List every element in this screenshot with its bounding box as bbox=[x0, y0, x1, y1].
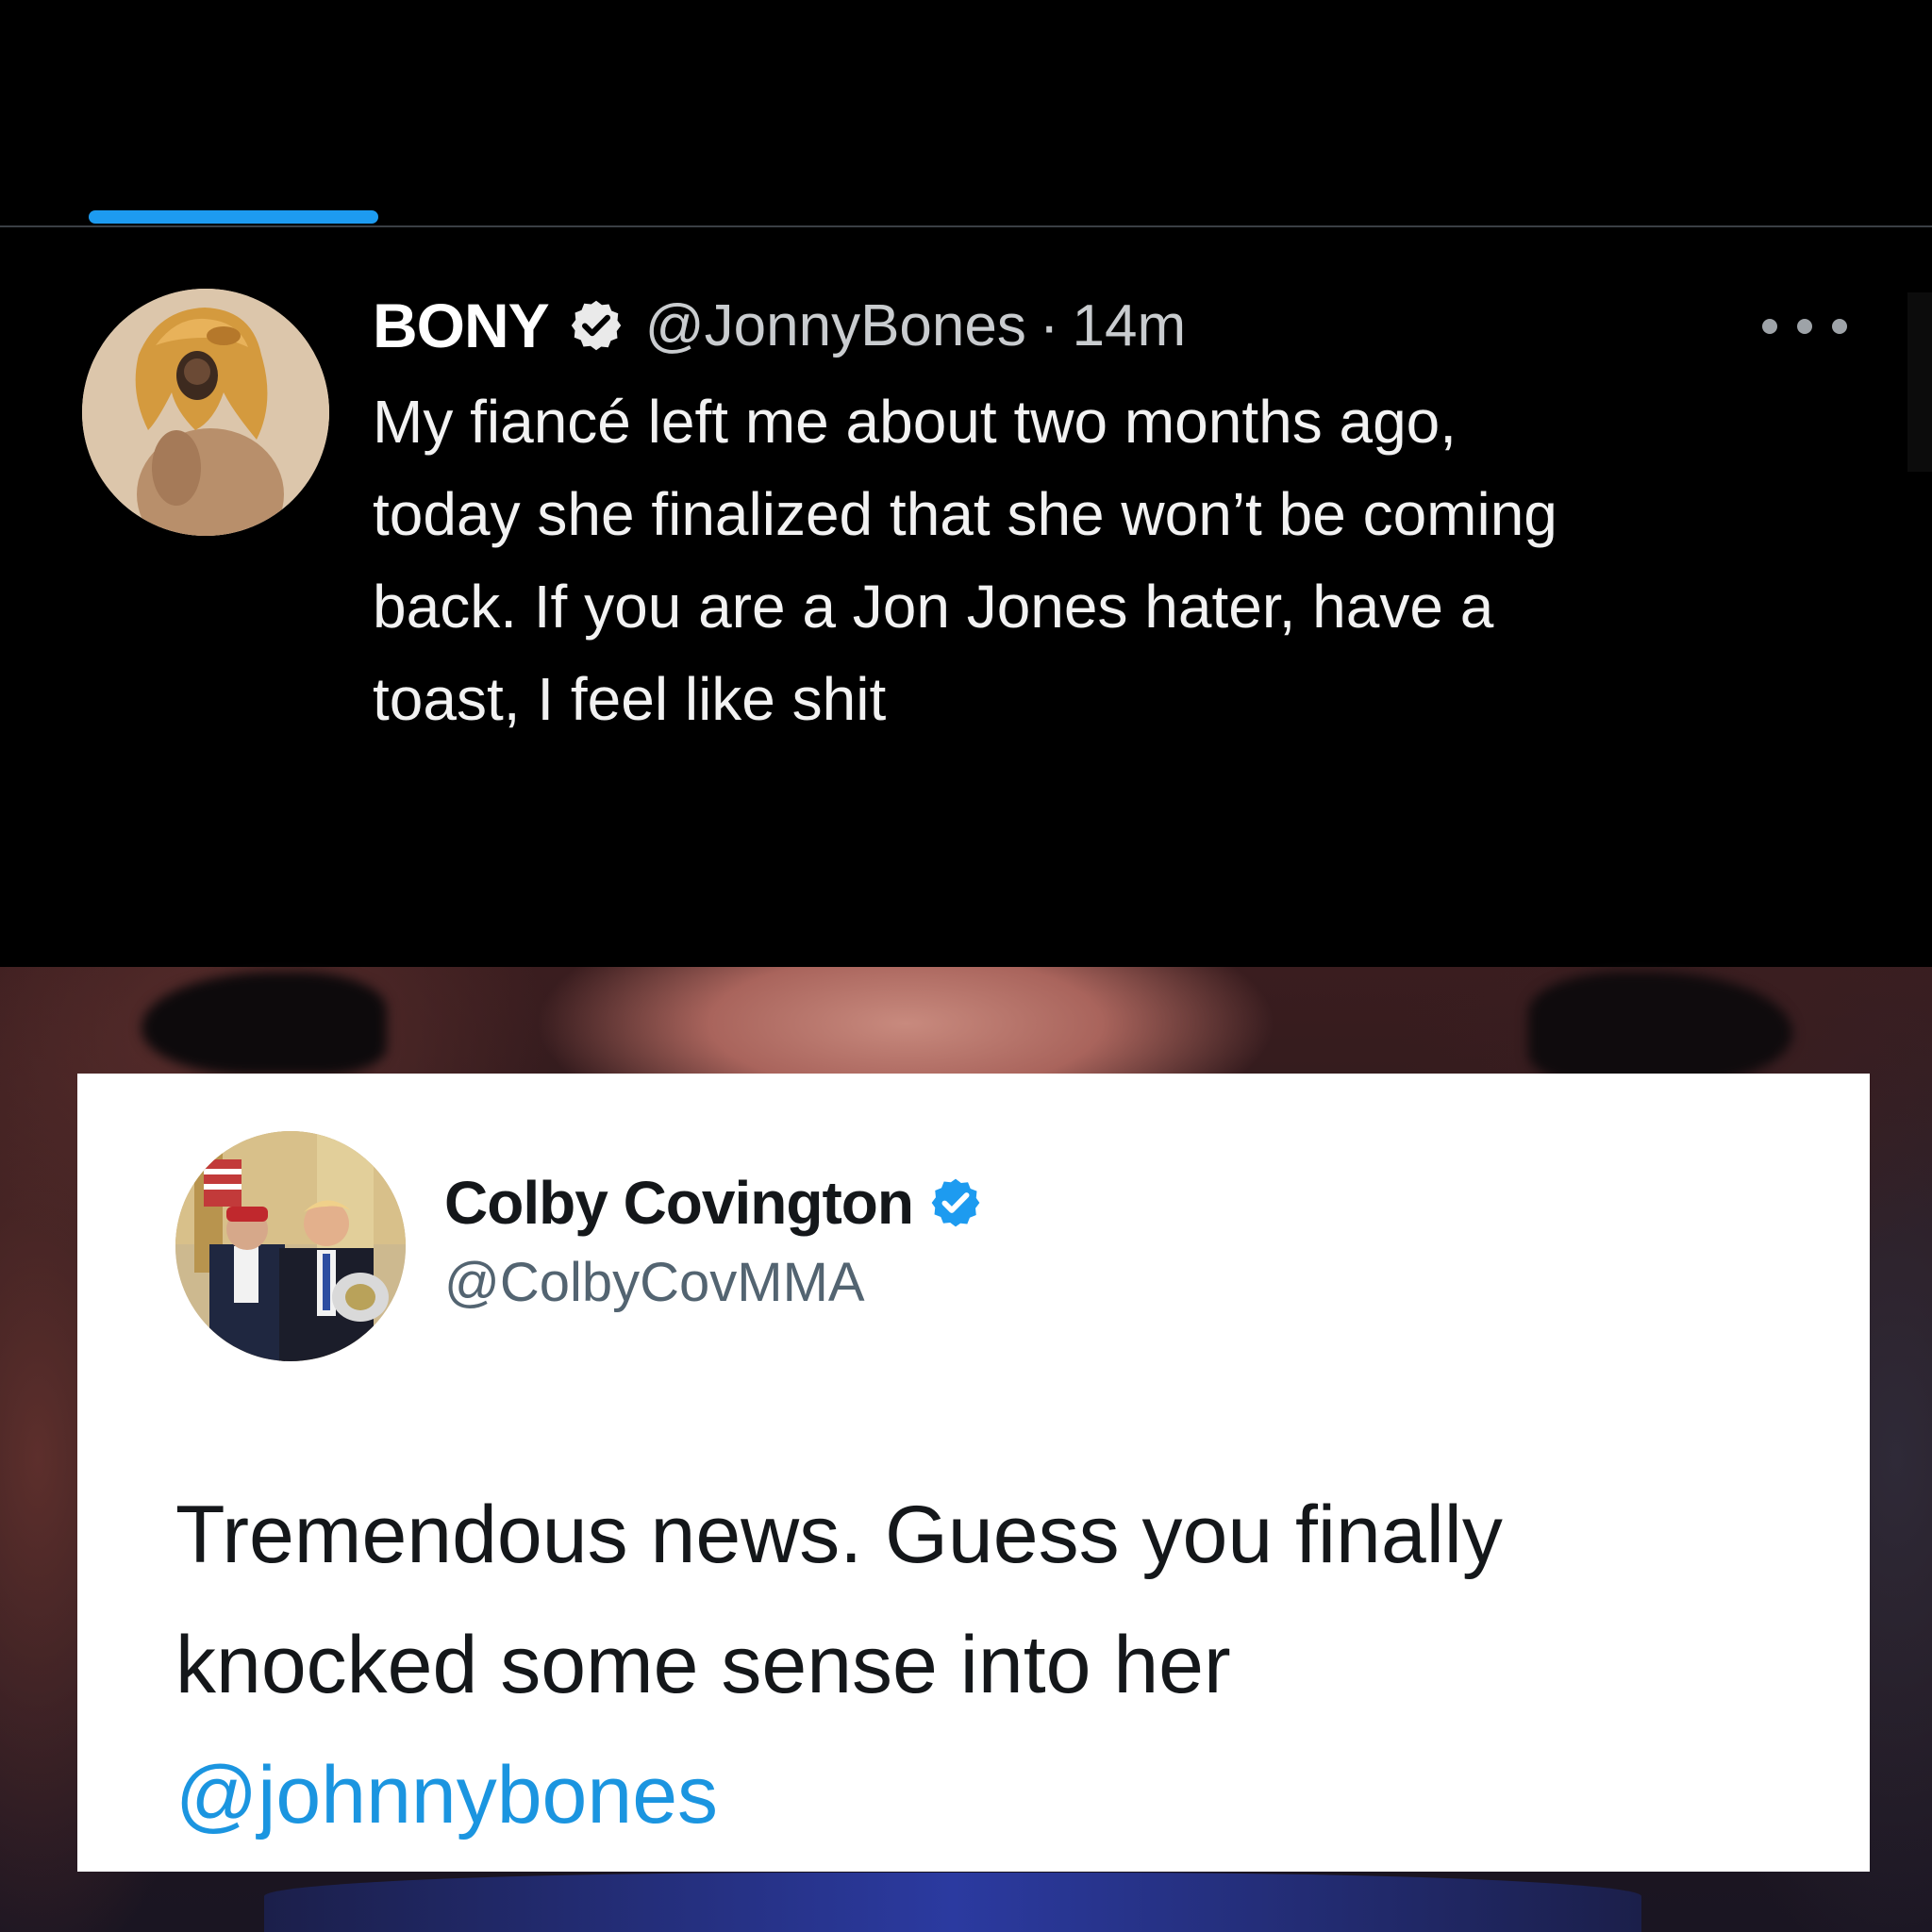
quote-header: Colby Covington bbox=[444, 1168, 983, 1238]
tweet-header: BONY @JonnyBones · 14m bbox=[373, 283, 1186, 368]
more-dot bbox=[1762, 319, 1777, 334]
quoted-tweet-card: Colby Covington @ColbyCovMMA Tremendous … bbox=[77, 1074, 1870, 1872]
tweet-text-line: knocked some sense into her bbox=[175, 1620, 1231, 1710]
tweet-text: My fiancé left me about two months ago, … bbox=[373, 388, 1557, 733]
quote-tweet-text: Tremendous news. Guess you finally knock… bbox=[175, 1470, 1798, 1860]
display-name[interactable]: Colby Covington bbox=[444, 1168, 914, 1238]
handle-and-time: @JonnyBones · 14m bbox=[645, 292, 1186, 359]
lion-headdress-avatar-icon bbox=[82, 289, 329, 536]
mention-link[interactable]: @johnnybones bbox=[175, 1730, 1798, 1860]
more-dot bbox=[1797, 319, 1812, 334]
avatar[interactable] bbox=[82, 289, 329, 536]
display-name[interactable]: BONY bbox=[373, 290, 550, 361]
handle[interactable]: @ColbyCovMMA bbox=[444, 1251, 865, 1314]
separator-dot: · bbox=[1039, 292, 1059, 358]
tab-divider bbox=[0, 225, 1932, 227]
avatar[interactable] bbox=[175, 1131, 406, 1361]
more-options-icon[interactable] bbox=[1762, 308, 1847, 345]
verified-badge-icon bbox=[931, 1178, 980, 1227]
two-men-photo-avatar-icon bbox=[175, 1131, 406, 1361]
top-tweet-panel: BONY @JonnyBones · 14m My fiancé left me a… bbox=[0, 0, 1932, 967]
scroll-edge bbox=[1907, 292, 1932, 472]
background-photo-clothing bbox=[264, 1873, 1641, 1932]
more-dot bbox=[1832, 319, 1847, 334]
verified-badge-icon bbox=[571, 300, 621, 351]
tweet-text-line: Tremendous news. Guess you finally bbox=[175, 1490, 1503, 1580]
handle[interactable]: @JonnyBones bbox=[645, 293, 1026, 358]
timestamp[interactable]: 14m bbox=[1073, 293, 1187, 358]
screenshot-composite: BONY @JonnyBones · 14m My fiancé left me a… bbox=[0, 0, 1932, 1932]
active-tab-indicator[interactable] bbox=[89, 210, 378, 224]
